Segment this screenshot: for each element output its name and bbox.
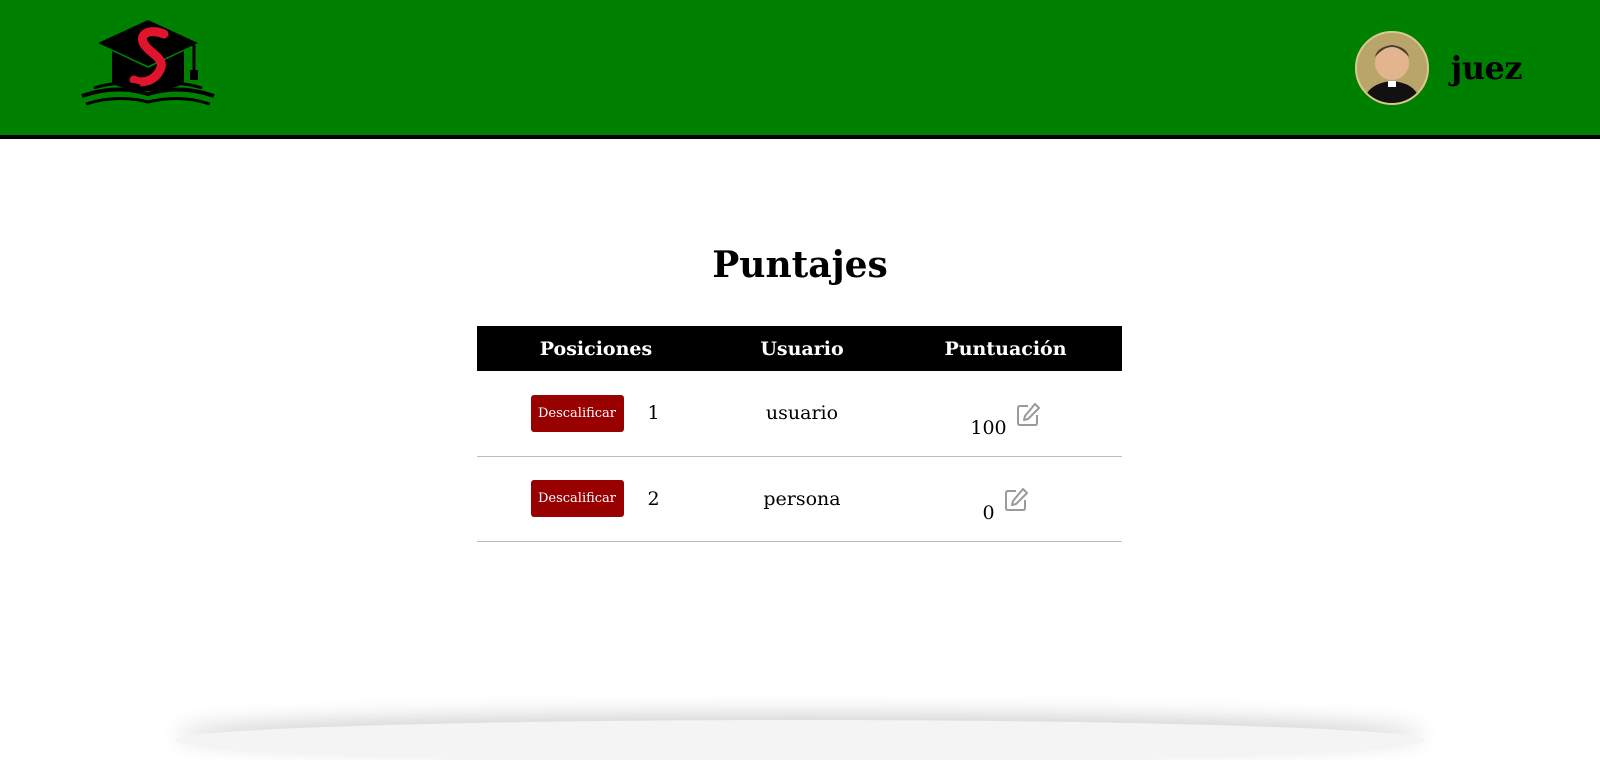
user-profile[interactable]: juez bbox=[1354, 30, 1523, 106]
position-cell: Descalificar 1 bbox=[477, 371, 715, 456]
user-cell: usuario bbox=[765, 402, 839, 425]
edit-score-icon[interactable] bbox=[1015, 402, 1041, 433]
top-bar: juez bbox=[0, 0, 1600, 139]
column-header-score: Puntuación bbox=[944, 337, 1067, 360]
column-header-user: Usuario bbox=[760, 337, 844, 360]
disqualify-button[interactable]: Descalificar bbox=[530, 480, 624, 517]
position-cell: Descalificar 2 bbox=[477, 456, 715, 541]
table-row: Descalificar 2 persona 0 bbox=[477, 456, 1122, 541]
pencil-square-icon bbox=[1004, 488, 1028, 511]
position-number: 2 bbox=[647, 487, 660, 510]
graduation-cap-logo-icon bbox=[81, 20, 215, 106]
table-header-row: Posiciones Usuario Puntuación bbox=[477, 326, 1122, 371]
user-portrait-icon bbox=[1356, 33, 1427, 103]
score-value: 100 bbox=[970, 416, 1007, 439]
column-header-positions: Posiciones bbox=[539, 337, 653, 360]
edit-score-icon[interactable] bbox=[1003, 487, 1029, 518]
page-title: Puntajes bbox=[712, 244, 888, 286]
username: juez bbox=[1450, 49, 1523, 87]
score-cell: 0 bbox=[889, 456, 1122, 541]
disqualify-button[interactable]: Descalificar bbox=[530, 394, 624, 432]
score-cell: 100 bbox=[889, 371, 1122, 456]
logo[interactable] bbox=[80, 18, 216, 110]
table-row: Descalificar 1 usuario 100 bbox=[477, 371, 1122, 456]
footer-edge bbox=[175, 720, 1425, 760]
scores-table: Posiciones Usuario Puntuación Descalific… bbox=[477, 326, 1122, 542]
score-value: 0 bbox=[982, 502, 995, 524]
position-number: 1 bbox=[647, 402, 660, 425]
avatar[interactable] bbox=[1354, 31, 1429, 105]
user-cell: persona bbox=[763, 487, 841, 510]
pencil-square-icon bbox=[1016, 402, 1040, 426]
